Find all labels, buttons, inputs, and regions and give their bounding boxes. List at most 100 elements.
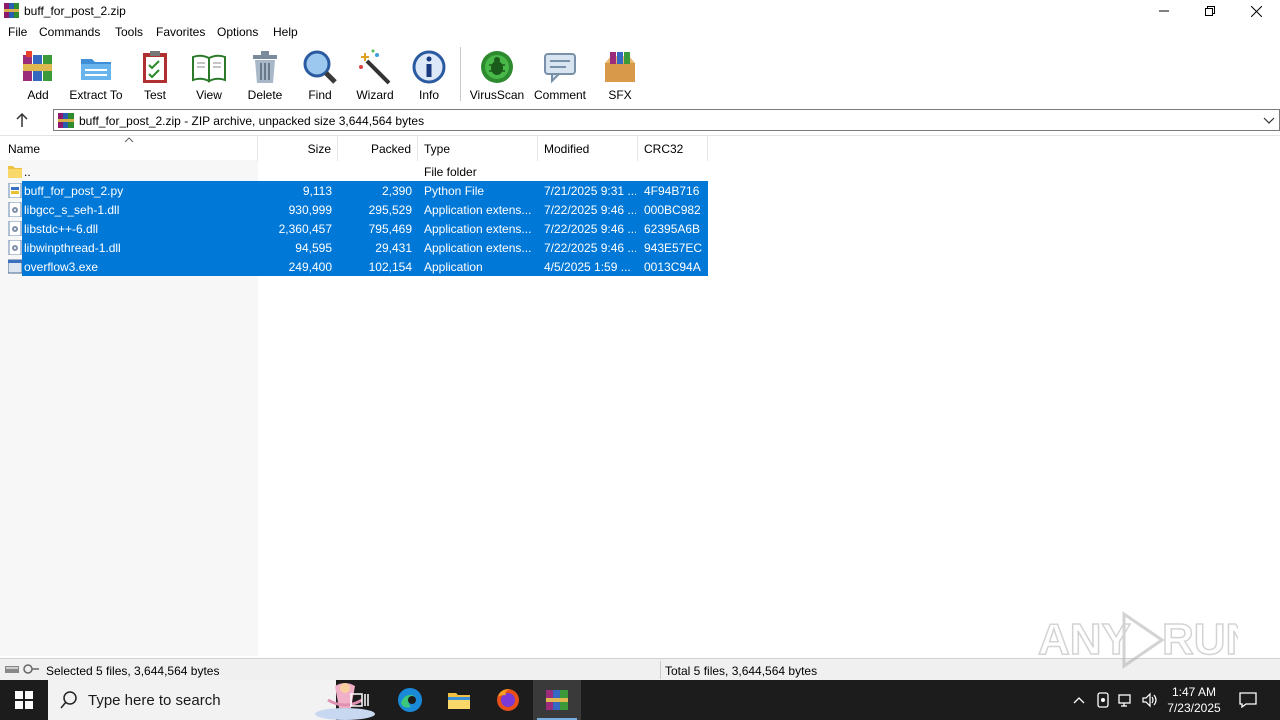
winrar-taskbar-button[interactable] [533,680,581,720]
minimize-button[interactable] [1141,0,1187,22]
clock-time: 1:47 AM [1171,685,1217,699]
file-size: 930,999 [288,203,332,217]
edge-taskbar-button[interactable] [386,680,434,720]
file-list: Name Size Packed Type Modified CRC32 .. F… [0,135,1280,656]
file-modified: 7/22/2025 9:46 ... [544,222,636,236]
taskbar: Type here to search 1:47 AM 7/23/2025 [0,680,1280,720]
info-icon [412,50,446,84]
test-button[interactable]: Test [135,47,175,103]
column-crc32[interactable]: CRC32 [638,136,708,161]
sfx-box-icon [605,52,635,82]
taskbar-search-box[interactable]: Type here to search [48,680,375,720]
view-button[interactable]: View [187,47,231,103]
file-modified: 7/22/2025 9:46 ... [544,241,636,255]
file-packed: 29,431 [375,241,412,255]
comment-icon [544,53,576,84]
file-modified: 4/5/2025 1:59 ... [544,260,631,274]
status-divider [660,661,661,679]
notification-icon [1239,692,1257,708]
chevron-down-icon[interactable] [1263,114,1275,126]
menu-options[interactable]: Options [217,25,258,39]
address-bar[interactable]: buff_for_post_2.zip - ZIP archive, unpac… [53,109,1280,131]
file-explorer-taskbar-button[interactable] [435,680,483,720]
info-button[interactable]: Info [411,47,447,103]
table-row[interactable]: libstdc++-6.dll 2,360,457 795,469 Applicati… [0,219,708,238]
task-view-button[interactable] [336,680,384,720]
virusscan-button[interactable]: VirusScan [468,47,526,103]
winrar-app-icon [4,3,19,18]
start-button[interactable] [0,680,48,720]
delete-button[interactable]: Delete [244,47,286,103]
wizard-button[interactable]: Wizard [353,47,397,103]
restore-button[interactable] [1187,0,1233,22]
column-modified[interactable]: Modified [538,136,638,161]
file-name: overflow3.exe [24,260,99,274]
sfx-button[interactable]: SFX [600,47,640,103]
taskbar-clock[interactable]: 1:47 AM 7/23/2025 [1160,684,1228,716]
file-crc32: 943E57EC [644,241,703,255]
table-row[interactable]: overflow3.exe 249,400 102,154 Application 4/… [0,257,708,276]
file-name: buff_for_post_2.py [24,184,124,198]
tray-device-button[interactable] [1093,680,1113,720]
status-total: Total 5 files, 3,644,564 bytes [665,664,818,678]
file-modified: 7/21/2025 9:31 ... [544,184,636,198]
virus-scan-icon [481,51,513,83]
table-row[interactable]: buff_for_post_2.py 9,113 2,390 Python File 7… [0,181,708,200]
firefox-icon [497,689,519,711]
network-button[interactable] [1116,680,1136,720]
menu-file[interactable]: File [8,25,27,39]
add-button[interactable]: Add [16,47,60,103]
menu-tools[interactable]: Tools [115,25,143,39]
extract-to-button[interactable]: Extract To [68,47,124,103]
close-button[interactable] [1233,0,1279,22]
column-type[interactable]: Type [418,136,538,161]
table-row[interactable]: .. File folder [0,162,708,181]
address-row: buff_for_post_2.zip - ZIP archive, unpac… [0,108,1280,132]
minimize-icon [1159,10,1169,12]
firefox-taskbar-button[interactable] [484,680,532,720]
file-size: 249,400 [288,260,332,274]
find-button[interactable]: Find [302,47,338,103]
comment-button[interactable]: Comment [532,47,588,103]
file-type: Application extens... [424,203,532,217]
file-size: 2,360,457 [278,222,332,236]
toolbar-separator [460,47,461,101]
menu-commands[interactable]: Commands [39,25,100,39]
test-clipboard-icon [143,51,167,83]
up-arrow-icon[interactable] [12,112,32,128]
table-row[interactable]: libwinpthread-1.dll 94,595 29,431 Applicati… [0,238,708,257]
file-crc32: 4F94B716 [644,184,700,198]
file-size: 94,595 [295,241,332,255]
column-size[interactable]: Size [258,136,338,161]
exe-file-icon [8,259,22,274]
file-packed: 295,529 [368,203,412,217]
edge-browser-icon [398,688,422,712]
file-type: File folder [424,165,477,179]
file-type: Application extens... [424,222,532,236]
add-archive-icon [23,51,52,81]
file-crc32: 0013C94A [644,260,701,274]
python-file-icon [8,183,22,198]
file-name: libstdc++-6.dll [24,222,99,236]
menu-bar: File Commands Tools Favorites Options He… [0,22,1280,43]
search-icon [60,691,77,709]
column-name[interactable]: Name [0,136,258,161]
volume-button[interactable] [1140,680,1160,720]
column-packed[interactable]: Packed [338,136,418,161]
menu-help[interactable]: Help [273,25,298,39]
table-row[interactable]: libgcc_s_seh-1.dll 930,999 295,529 Applicat… [0,200,708,219]
file-modified: 7/22/2025 9:46 ... [544,203,636,217]
title-bar: buff_for_post_2.zip [0,0,1280,22]
show-hidden-icons-button[interactable] [1068,680,1090,720]
file-type: Application [424,260,483,274]
speaker-icon [1142,692,1157,708]
trash-icon [253,51,277,83]
network-icon [1118,694,1131,707]
file-crc32: 62395A6B [644,222,701,236]
address-text: buff_for_post_2.zip - ZIP archive, unpac… [79,114,425,128]
svg-text:ANY: ANY [1038,615,1131,664]
file-type: Application extens... [424,241,532,255]
menu-favorites[interactable]: Favorites [156,25,205,39]
notifications-button[interactable] [1234,680,1262,720]
file-packed: 102,154 [368,260,412,274]
